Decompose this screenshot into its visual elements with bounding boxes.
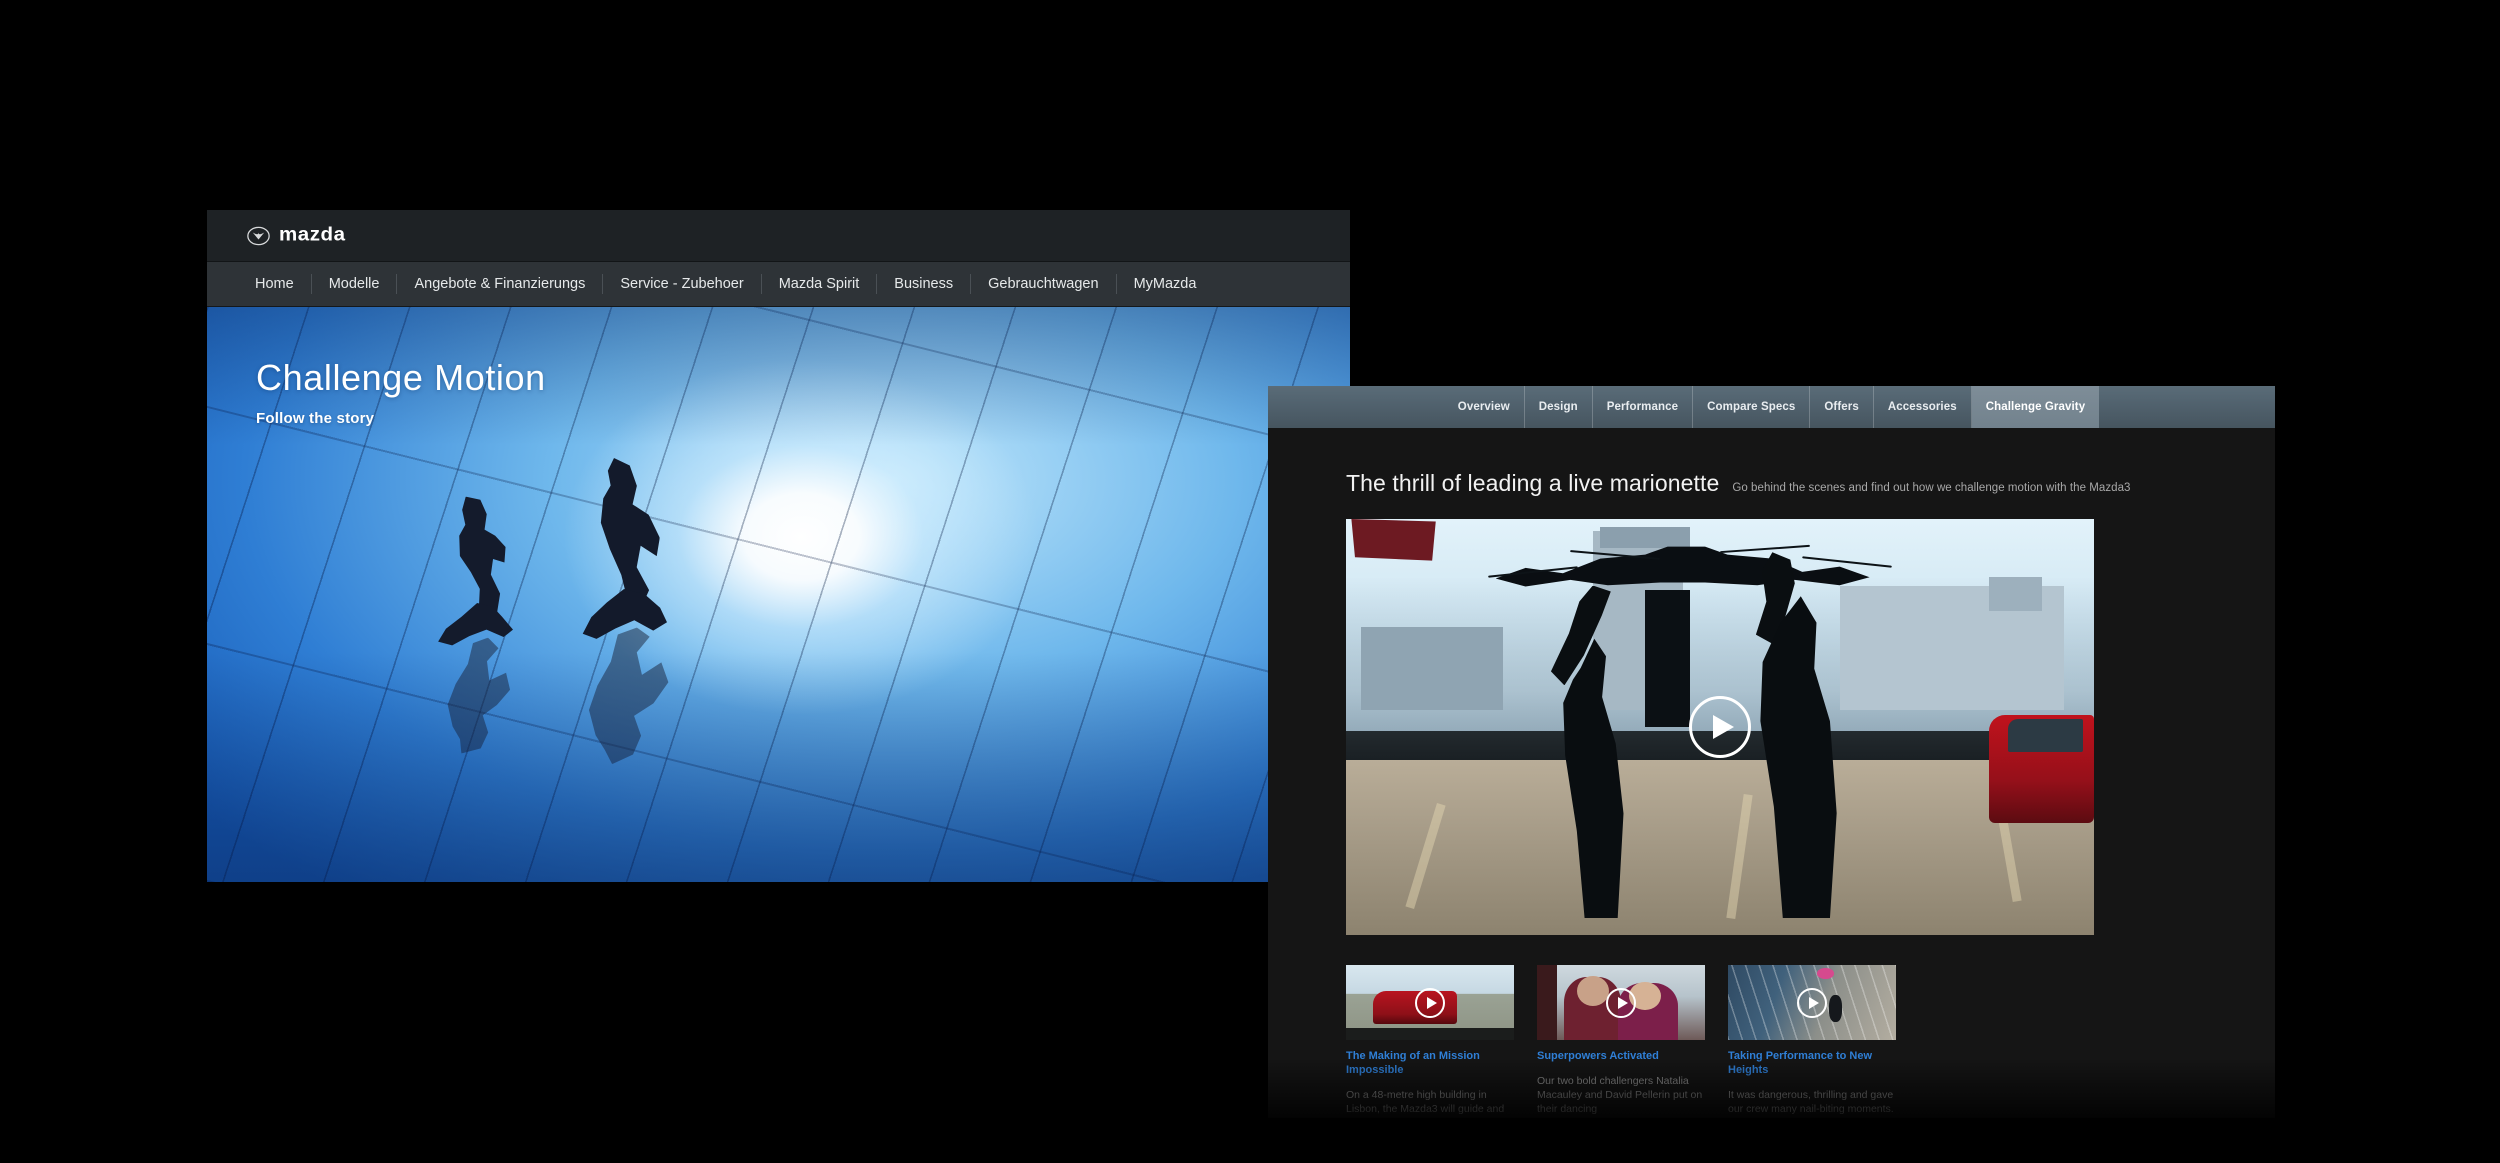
tab-design[interactable]: Design	[1525, 386, 1593, 428]
challenge-gravity-content: The thrill of leading a live marionette …	[1268, 428, 2275, 1118]
play-triangle	[1426, 996, 1437, 1009]
site-header: mazda	[207, 210, 1350, 262]
thumbnail-2-head-1	[1577, 975, 1610, 1006]
content-heading-row: The thrill of leading a live marionette …	[1346, 470, 2275, 497]
video-building-1	[1360, 627, 1504, 711]
video-description-2: Our two bold challengers Natalia Macaule…	[1537, 1075, 1703, 1115]
play-triangle	[1808, 996, 1819, 1009]
video-title-1[interactable]: The Making of an Mission Impossible	[1346, 1049, 1514, 1077]
nav-item-gebrauchtwagen[interactable]: Gebrauchtwagen	[971, 274, 1117, 294]
thumbnail-2-left-edge	[1537, 965, 1558, 1040]
page-title: The thrill of leading a live marionette	[1346, 470, 1720, 496]
main-navigation: Home Modelle Angebote & Finanzierungs Se…	[207, 262, 1350, 307]
video-description-1: On a 48-metre high building in Lisbon, t…	[1346, 1089, 1505, 1118]
mazda-homepage-window: mazda Home Modelle Angebote & Finanzieru…	[207, 210, 1350, 882]
hero-banner: Challenge Motion Follow the story	[207, 307, 1350, 882]
nav-item-mymazda[interactable]: MyMazda	[1117, 274, 1214, 294]
video-building-3	[1600, 527, 1691, 549]
tab-challenge-gravity[interactable]: Challenge Gravity	[1971, 386, 2100, 428]
section-tabbar: Overview Design Performance Compare Spec…	[1268, 386, 2275, 428]
hero-text-block: Challenge Motion Follow the story	[256, 357, 546, 427]
video-thumbnail-3[interactable]	[1728, 965, 1896, 1040]
tab-offers[interactable]: Offers	[1810, 386, 1874, 428]
page-subtitle: Go behind the scenes and find out how we…	[1732, 482, 2131, 494]
video-building-5	[1989, 577, 2042, 611]
nav-item-service[interactable]: Service - Zubehoer	[603, 274, 762, 294]
play-icon[interactable]	[1415, 987, 1445, 1018]
nav-item-mazda-spirit[interactable]: Mazda Spirit	[762, 274, 878, 294]
thumbnail-1-foreground	[1346, 1028, 1514, 1040]
list-item: Taking Performance to New Heights It was…	[1728, 965, 1896, 1118]
list-item: The Making of an Mission Impossible On a…	[1346, 965, 1514, 1118]
mazda-logo-icon	[247, 226, 270, 245]
video-thumbnail-2[interactable]	[1537, 965, 1705, 1040]
video-rooftop-ground	[1346, 760, 2094, 935]
thumbnail-3-climber	[1828, 995, 1843, 1022]
camera-rig	[1645, 589, 1691, 727]
tab-overview[interactable]: Overview	[1444, 386, 1525, 428]
main-video-player[interactable]	[1346, 519, 2094, 935]
video-title-2[interactable]: Superpowers Activated	[1537, 1049, 1705, 1063]
video-thumbnail-1[interactable]	[1346, 965, 1514, 1040]
mazda-wordmark: mazda	[279, 224, 346, 246]
thumbnail-3-pink-element	[1817, 968, 1834, 979]
play-triangle	[1712, 715, 1734, 739]
play-icon[interactable]	[1606, 987, 1636, 1018]
nav-item-business[interactable]: Business	[877, 274, 972, 294]
hero-subtitle-link[interactable]: Follow the story	[256, 410, 546, 427]
section-tabs: Overview Design Performance Compare Spec…	[1444, 386, 2100, 428]
nav-item-home[interactable]: Home	[243, 274, 312, 294]
play-triangle	[1617, 996, 1628, 1009]
video-title-3[interactable]: Taking Performance to New Heights	[1728, 1049, 1896, 1077]
related-videos-list: The Making of an Mission Impossible On a…	[1346, 965, 2275, 1118]
video-description-3: It was dangerous, thrilling and gave our…	[1728, 1089, 1894, 1118]
hero-title: Challenge Motion	[256, 357, 546, 398]
play-icon[interactable]	[1689, 696, 1751, 758]
nav-item-modelle[interactable]: Modelle	[312, 274, 398, 294]
tab-compare-specs[interactable]: Compare Specs	[1693, 386, 1811, 428]
nav-item-angebote[interactable]: Angebote & Finanzierungs	[397, 274, 604, 294]
challenge-gravity-window: Overview Design Performance Compare Spec…	[1268, 386, 2275, 1118]
tab-accessories[interactable]: Accessories	[1874, 386, 1972, 428]
mazda-logo[interactable]: mazda	[247, 224, 345, 247]
screenshot-stage: mazda Home Modelle Angebote & Finanzieru…	[0, 0, 2500, 1163]
play-icon[interactable]	[1797, 987, 1827, 1018]
crew-member-2-red-shirt	[1351, 519, 1436, 561]
red-mazda3-window	[2007, 718, 2083, 752]
list-item: Superpowers Activated Our two bold chall…	[1537, 965, 1705, 1118]
tab-performance[interactable]: Performance	[1593, 386, 1694, 428]
